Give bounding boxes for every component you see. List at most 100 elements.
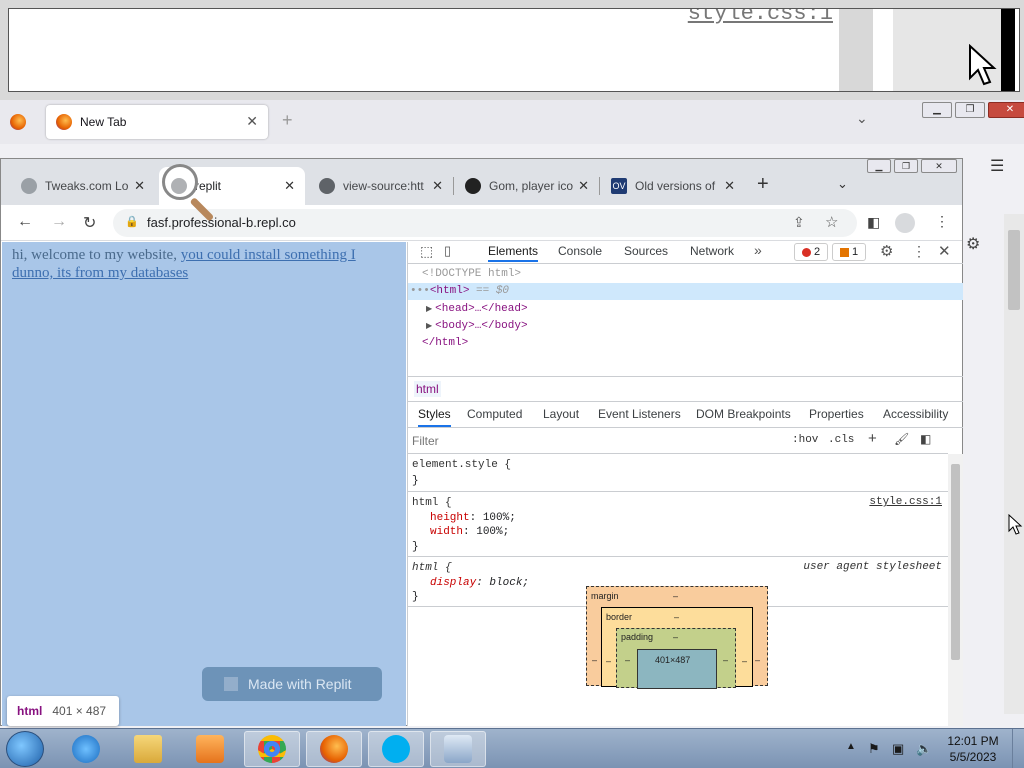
url-text[interactable]: fasf.professional-b.repl.co (147, 215, 296, 230)
rule-element-style[interactable]: element.style { } (408, 454, 948, 492)
chrome-tab-close-icon[interactable]: ✕ (578, 178, 589, 194)
volume-icon[interactable]: 🔈 (916, 741, 932, 757)
chrome-tab-search-icon[interactable]: ⌄ (837, 176, 848, 192)
styles-filter-input[interactable] (412, 432, 772, 450)
tab-elements[interactable]: Elements (488, 244, 539, 262)
tab-computed[interactable]: Computed (467, 407, 522, 421)
chrome-tab-close-icon[interactable]: ✕ (432, 178, 443, 194)
chrome-new-tab-button[interactable]: + (757, 173, 769, 196)
taskbar-firefox[interactable] (306, 731, 362, 767)
dom-node-html-close[interactable]: </html> (408, 335, 963, 352)
styles-scrollbar[interactable] (948, 454, 963, 726)
chrome-close-button[interactable]: ✕ (921, 159, 957, 173)
devtools-settings-icon[interactable]: ⚙ (880, 242, 893, 260)
side-panel-icon[interactable]: ◧ (867, 214, 880, 231)
show-desktop-button[interactable] (1012, 729, 1024, 768)
firefox-scrollbar[interactable] (1004, 214, 1024, 714)
dom-node-head[interactable]: ▶ <head>…</head> (408, 301, 963, 318)
rule-declaration-width[interactable]: width: 100%; (430, 525, 509, 539)
mouse-cursor-icon (1008, 514, 1023, 535)
chrome-tab-close-icon[interactable]: ✕ (284, 178, 295, 194)
inspect-element-icon[interactable]: ⬚ (420, 243, 433, 260)
tooltip-size: 401 × 487 (52, 704, 107, 718)
network-icon[interactable]: ▣ (892, 741, 904, 757)
new-style-rule-icon[interactable]: + (868, 430, 877, 447)
dom-node-menu-icon[interactable]: ••• (410, 285, 430, 297)
box-model-padding[interactable]: padding – – – 401×487 (616, 628, 736, 689)
toggle-sidebar-icon[interactable]: ◧ (920, 432, 931, 446)
rule-declaration-height[interactable]: height: 100%; (430, 511, 516, 525)
more-tabs-icon[interactable]: » (754, 242, 762, 258)
tab-event-listeners[interactable]: Event Listeners (598, 407, 681, 421)
rule-html-style-css[interactable]: html { style.css:1 height: 100%; width: … (408, 492, 948, 557)
clock-time[interactable]: 12:01 PM (946, 734, 1000, 748)
firefox-tab-close-icon[interactable]: ✕ (246, 113, 258, 130)
firefox-close-button[interactable]: ✕ (988, 102, 1024, 118)
taskbar-media-player[interactable] (182, 731, 238, 767)
taskbar-skype[interactable] (368, 731, 424, 767)
clock-date[interactable]: 5/5/2023 (946, 750, 1000, 764)
firefox-list-tabs-icon[interactable]: ⌄ (856, 110, 868, 127)
tab-dom-breakpoints[interactable]: DOM Breakpoints (696, 407, 791, 421)
chrome-tab-gom-player[interactable]: Gom, player ico ✕ (453, 167, 599, 205)
profile-avatar-icon[interactable] (895, 213, 915, 233)
lock-icon[interactable]: 🔒 (125, 215, 139, 228)
bookmark-star-icon[interactable]: ☆ (825, 213, 838, 231)
chrome-menu-icon[interactable]: ⋮ (935, 213, 949, 230)
breadcrumb-html[interactable]: html (414, 381, 441, 397)
chrome-tab-old-versions[interactable]: OV Old versions of ✕ (599, 167, 745, 205)
tab-sources[interactable]: Sources (624, 244, 668, 258)
chrome-maximize-button[interactable]: ❐ (894, 159, 918, 173)
tab-accessibility[interactable]: Accessibility (883, 407, 948, 421)
show-hidden-icons-icon[interactable]: ▲ (846, 741, 856, 752)
firefox-maximize-button[interactable]: ❐ (955, 102, 985, 118)
rule-declaration-display[interactable]: display: block; (430, 576, 529, 590)
tab-network[interactable]: Network (690, 244, 734, 258)
warning-count-badge[interactable]: 1 (832, 243, 866, 261)
taskbar-internet-explorer[interactable] (58, 731, 114, 767)
firefox-new-tab-button[interactable]: + (282, 110, 293, 131)
taskbar-chrome[interactable] (244, 731, 300, 767)
devtools-menu-icon[interactable]: ⋮ (912, 243, 926, 260)
dom-node-doctype[interactable]: <!DOCTYPE html> (408, 266, 963, 283)
class-toggle[interactable]: .cls (828, 434, 854, 446)
firefox-tab-new-tab[interactable]: New Tab ✕ (46, 105, 268, 139)
forward-button[interactable]: → (51, 213, 67, 231)
made-with-replit-badge[interactable]: Made with Replit (202, 667, 382, 701)
taskbar-magnifier[interactable] (430, 731, 486, 767)
rendering-emulation-icon[interactable]: 🖌 (894, 432, 909, 446)
chrome-tab-close-icon[interactable]: ✕ (724, 178, 735, 194)
box-model-margin[interactable]: margin – – – border – – – padding – – – … (586, 586, 768, 689)
share-icon[interactable]: ⇪ (793, 214, 805, 231)
action-center-flag-icon[interactable]: ⚑ (868, 741, 880, 757)
chrome-tab-tweaks[interactable]: Tweaks.com Lo ✕ (9, 167, 155, 205)
address-bar[interactable]: 🔒 fasf.professional-b.repl.co ⇪ ☆ (113, 209, 857, 237)
tab-console[interactable]: Console (558, 244, 602, 258)
dom-node-html-selected[interactable]: •••<html> == $0 (408, 283, 963, 300)
expand-caret-icon[interactable]: ▶ (426, 305, 432, 314)
styles-scrollbar-thumb[interactable] (951, 464, 960, 660)
rule-source-link[interactable]: style.css:1 (869, 496, 942, 508)
start-button[interactable] (6, 731, 44, 767)
devtools-close-icon[interactable]: ✕ (938, 242, 951, 260)
tab-layout[interactable]: Layout (543, 407, 579, 421)
chrome-minimize-button[interactable]: ▁ (867, 159, 891, 173)
device-toolbar-icon[interactable]: ▯ (444, 243, 451, 259)
box-model-content[interactable]: 401×487 (637, 649, 717, 689)
firefox-gear-icon[interactable]: ⚙ (966, 234, 980, 254)
firefox-minimize-button[interactable]: ▁ (922, 102, 952, 118)
dom-node-body[interactable]: ▶ <body>…</body> (408, 318, 963, 335)
expand-caret-icon[interactable]: ▶ (426, 322, 432, 331)
error-count-badge[interactable]: 2 (794, 243, 828, 261)
back-button[interactable]: ← (17, 213, 33, 231)
chrome-tab-view-source[interactable]: view-source:htt ✕ (307, 167, 453, 205)
chrome-tab-close-icon[interactable]: ✕ (134, 178, 145, 194)
firefox-menu-icon[interactable]: ☰ (990, 156, 1004, 176)
tab-properties[interactable]: Properties (809, 407, 864, 421)
reload-button[interactable]: ↻ (83, 213, 96, 233)
taskbar-file-explorer[interactable] (120, 731, 176, 767)
box-model-border[interactable]: border – – – padding – – – 401×487 (601, 607, 753, 689)
firefox-scrollbar-thumb[interactable] (1008, 230, 1020, 310)
tab-styles[interactable]: Styles (418, 407, 451, 427)
hover-state-toggle[interactable]: :hov (792, 434, 818, 446)
